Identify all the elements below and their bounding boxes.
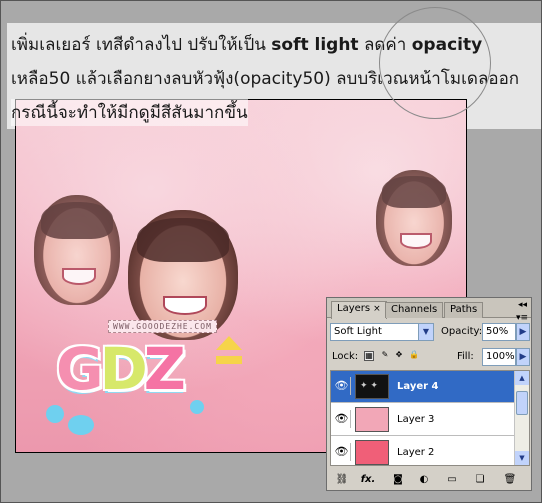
tab-layers[interactable]: Layers × bbox=[331, 301, 387, 319]
lock-image-icon[interactable]: ✎ bbox=[380, 351, 390, 361]
caption-text: เพิ่มเลเยอร์ เทสีดำลงไป ปรับให้เป็น bbox=[11, 35, 272, 55]
model-face-left bbox=[34, 195, 120, 305]
watermark-url: WWW.GOOODEZHE.COM bbox=[108, 320, 217, 333]
screenshot-frame: WWW.GOOODEZHE.COM GDZ เพิ่มเลเยอร์ เทสีด… bbox=[0, 0, 542, 503]
fill-input[interactable]: 100% bbox=[482, 348, 516, 366]
fill-slider-toggle-icon[interactable]: ▶ bbox=[516, 348, 530, 366]
link-icon[interactable]: ⛓ bbox=[334, 473, 350, 487]
trash-icon[interactable]: 🗑 bbox=[502, 473, 518, 487]
eye-icon[interactable]: 👁 bbox=[333, 443, 351, 461]
caption-text: ลดค่า bbox=[358, 35, 412, 55]
new-layer-icon[interactable]: ❏ bbox=[472, 473, 488, 487]
panel-menu-icon[interactable]: ▾≡ bbox=[516, 313, 528, 323]
blend-mode-value: Soft Light bbox=[334, 326, 382, 337]
tab-channels[interactable]: Channels bbox=[385, 302, 444, 318]
chevron-down-icon[interactable]: ▼ bbox=[418, 324, 433, 340]
blue-splash-decoration bbox=[68, 415, 94, 435]
layer-row-layer-4[interactable]: 👁 Layer 4 bbox=[331, 371, 515, 403]
mask-icon[interactable]: ◙ bbox=[390, 473, 406, 487]
panel-collapse-icon[interactable]: ◂◂ bbox=[518, 300, 527, 310]
blend-mode-select[interactable]: Soft Light ▼ bbox=[330, 323, 434, 341]
layers-scrollbar[interactable]: ▲ ▼ bbox=[514, 371, 529, 465]
caption-keyword: opacity bbox=[411, 35, 483, 55]
scroll-thumb[interactable] bbox=[516, 391, 528, 415]
lock-position-icon[interactable]: ✥ bbox=[394, 351, 404, 361]
tab-layers-label: Layers bbox=[337, 303, 371, 314]
layers-panel: Layers × Channels Paths ◂◂ ▾≡ Soft Light … bbox=[326, 297, 532, 491]
lock-fill-row: Lock: ▦ ✎ ✥ 🔒 Fill: 100% ▶ bbox=[330, 348, 530, 366]
gdz-logo: GDZ bbox=[56, 335, 186, 403]
folder-icon[interactable]: ▭ bbox=[444, 473, 460, 487]
tab-paths-label: Paths bbox=[450, 304, 478, 315]
panel-tab-bar: Layers × Channels Paths ◂◂ ▾≡ bbox=[327, 298, 531, 323]
layer-thumbnail bbox=[355, 440, 389, 465]
blend-opacity-row: Soft Light ▼ Opacity: 50% ▶ bbox=[330, 323, 530, 341]
close-icon[interactable]: × bbox=[373, 304, 381, 314]
opacity-slider-toggle-icon[interactable]: ▶ bbox=[516, 323, 530, 341]
lock-all-icon[interactable]: 🔒 bbox=[409, 351, 419, 361]
layer-name: Layer 3 bbox=[397, 414, 435, 425]
caption-keyword: soft light bbox=[271, 35, 359, 55]
adjustment-icon[interactable]: ◐ bbox=[416, 473, 432, 487]
tab-channels-label: Channels bbox=[391, 304, 438, 315]
lock-label: Lock: bbox=[332, 351, 359, 362]
layer-row-layer-2[interactable]: 👁 Layer 2 bbox=[331, 437, 515, 465]
layer-name: Layer 2 bbox=[397, 447, 435, 458]
caption-line-2: เหลือ50 แล้วเลือกยางลบหัวฟุ้ง(opacity50)… bbox=[11, 69, 520, 89]
opacity-input[interactable]: 50% bbox=[482, 323, 516, 341]
layers-bottom-toolbar: ⛓ fx. ◙ ◐ ▭ ❏ 🗑 bbox=[330, 471, 530, 489]
layer-thumbnail bbox=[355, 374, 389, 399]
crown-icon bbox=[216, 336, 242, 364]
logo-letter-z: Z bbox=[143, 335, 186, 403]
fx-icon[interactable]: fx. bbox=[360, 473, 376, 487]
eye-icon[interactable]: 👁 bbox=[333, 410, 351, 428]
caption-line-1: เพิ่มเลเยอร์ เทสีดำลงไป ปรับให้เป็น soft… bbox=[11, 31, 482, 58]
blue-splash-decoration bbox=[46, 405, 64, 423]
scroll-up-icon[interactable]: ▲ bbox=[515, 371, 529, 385]
fill-label: Fill: bbox=[457, 351, 474, 362]
logo-letter-g: G bbox=[56, 335, 104, 403]
lock-transparency-icon[interactable]: ▦ bbox=[364, 351, 374, 361]
logo-letter-d: D bbox=[99, 335, 148, 403]
eye-icon[interactable]: 👁 bbox=[333, 377, 351, 395]
caption-line-3: กรณีนี้จะทำให้มีกดูมีสีสันมากขึ้น bbox=[11, 99, 248, 126]
scroll-down-icon[interactable]: ▼ bbox=[515, 451, 529, 465]
layer-name: Layer 4 bbox=[397, 381, 439, 392]
model-face-right bbox=[376, 170, 452, 266]
layers-list: 👁 Layer 4 👁 Layer 3 👁 Layer 2 ▲ ▼ bbox=[330, 370, 530, 466]
blue-splash-decoration bbox=[190, 400, 204, 414]
layer-thumbnail bbox=[355, 407, 389, 432]
layer-row-layer-3[interactable]: 👁 Layer 3 bbox=[331, 404, 515, 436]
tab-paths[interactable]: Paths bbox=[444, 302, 484, 318]
opacity-label: Opacity: bbox=[441, 326, 483, 337]
